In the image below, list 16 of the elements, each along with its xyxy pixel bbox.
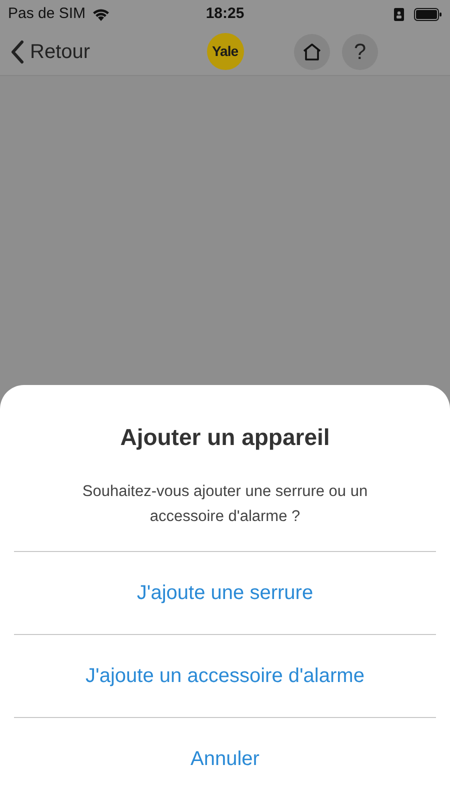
action-button[interactable]: J'ajoute un accessoire d'alarme — [0, 635, 450, 717]
portrait-lock-icon — [394, 8, 404, 20]
sheet-title: Ajouter un appareil — [120, 423, 330, 451]
help-button[interactable]: ? — [342, 34, 378, 70]
action-button[interactable]: J'ajoute une serrure — [0, 552, 450, 634]
battery-icon — [414, 8, 442, 20]
sheet-message: Souhaitez-vous ajouter une serrure ou un accessoire d'alarme ? — [81, 482, 369, 527]
home-button[interactable] — [294, 34, 330, 70]
chevron-left-icon — [10, 40, 24, 64]
action-button[interactable]: Annuler — [0, 718, 450, 800]
home-icon — [302, 42, 322, 60]
logo: Yale — [206, 33, 244, 70]
carrier-label: Pas de SIM — [8, 4, 86, 24]
clock-label: 18:25 — [206, 4, 244, 24]
back-button[interactable]: Retour — [10, 36, 160, 66]
wifi-icon — [92, 8, 110, 20]
